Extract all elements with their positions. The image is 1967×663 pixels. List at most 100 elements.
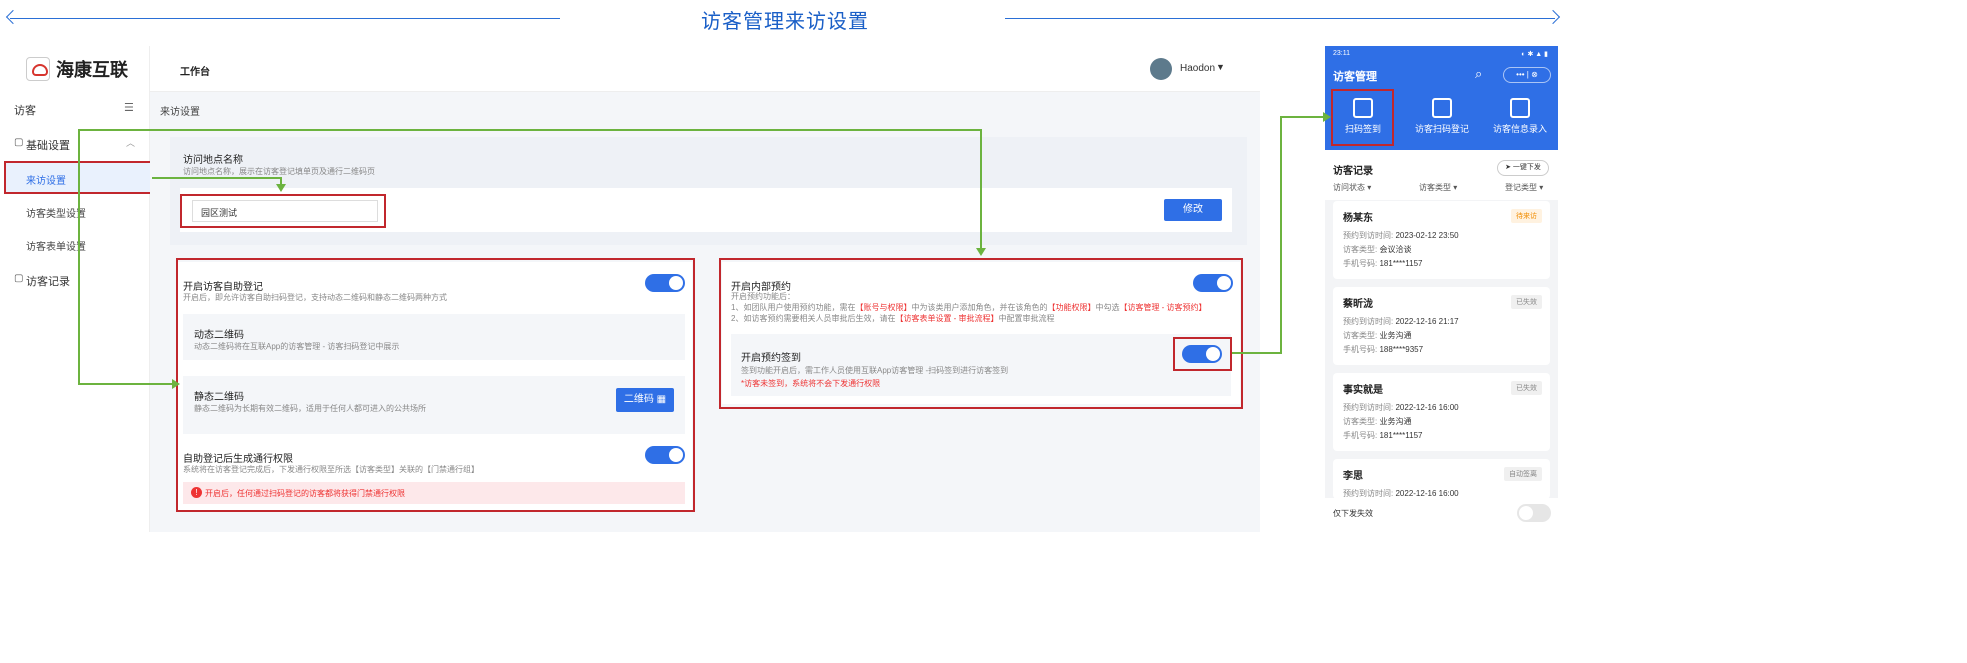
menu-collapse-icon[interactable]: ☰ (124, 101, 134, 114)
breadcrumb: 来访设置 (160, 107, 200, 118)
highlight-self-register (176, 258, 695, 512)
location-title: 访问地点名称 (183, 155, 243, 166)
record-time: 预约到访时间: 2023-02-12 23:50 (1343, 230, 1459, 241)
field-label-time: 预约到访时间: (1343, 231, 1394, 240)
quick-action-info-entry[interactable]: 访客信息录入 (1480, 98, 1558, 135)
footer-label: 仅下发失效 (1333, 509, 1373, 518)
record-card[interactable]: 李思 自动签离 预约到访时间: 2022-12-16 16:00 (1333, 459, 1550, 499)
sidebar-item-visitor-type[interactable]: 访客类型设置 (26, 205, 86, 220)
page-title: 工作台 (180, 67, 210, 78)
record-phone: 手机号码: 181****1157 (1343, 430, 1422, 441)
chevron-down-icon[interactable]: ▼ (1216, 62, 1225, 72)
connector-line (152, 177, 282, 179)
records-title: 访客记录 (1333, 166, 1373, 177)
edit-button[interactable]: 修改 (1164, 199, 1222, 221)
record-name: 蔡昕泷 (1343, 299, 1373, 310)
record-time-value: 2022-12-16 16:00 (1395, 489, 1459, 498)
filter-type-label: 访客类型 (1419, 183, 1451, 192)
user-name[interactable]: Haodon (1180, 63, 1215, 74)
connector-line (1280, 116, 1325, 118)
field-label-phone: 手机号码: (1343, 259, 1378, 268)
phone-footer: 仅下发失效 (1325, 498, 1558, 532)
logo: 海康互联 (26, 56, 128, 82)
phone-title: 访客管理 (1333, 71, 1377, 83)
search-icon[interactable]: ⌕ (1475, 66, 1482, 82)
status-badge: 自动签离 (1504, 467, 1542, 481)
record-phone-value: 181****1157 (1379, 259, 1423, 268)
record-time-value: 2023-02-12 23:50 (1395, 231, 1459, 240)
qr-grid-icon (1432, 98, 1452, 118)
status-badge: 已失效 (1511, 295, 1542, 309)
record-card[interactable]: 事实就是 已失效 预约到访时间: 2022-12-16 16:00 访客类型: … (1333, 373, 1550, 451)
topbar: 工作台 Haodon ▼ (150, 46, 1260, 92)
quick-action-label-2: 访客信息录入 (1492, 124, 1547, 134)
status-badge: 已失效 (1511, 381, 1542, 395)
record-name: 杨某东 (1343, 213, 1373, 224)
filter-type[interactable]: 访客类型 ▾ (1419, 182, 1457, 193)
connector-line (1232, 352, 1282, 354)
connector-line (980, 129, 982, 249)
sidebar-section-title: 访客 (14, 105, 36, 117)
connector-arrow (1323, 112, 1331, 122)
filter-register-label: 登记类型 (1505, 183, 1537, 192)
chevron-up-icon[interactable]: ︿ (126, 136, 135, 149)
connector-line (1280, 116, 1282, 354)
field-label-type: 访客类型: (1343, 417, 1378, 426)
record-type: 访客类型: 会议洽谈 (1343, 244, 1411, 255)
form-icon (1510, 98, 1530, 118)
banner-line-right (1005, 18, 1555, 19)
footer-toggle-knob (1519, 506, 1533, 520)
logo-icon (26, 57, 50, 81)
status-time: 23:11 (1333, 50, 1350, 57)
field-label-type: 访客类型: (1343, 245, 1378, 254)
connector-line (78, 129, 80, 384)
highlight-internal (719, 258, 1243, 409)
footer-toggle[interactable] (1517, 504, 1551, 522)
banner-arrow-left (5, 9, 21, 25)
record-card[interactable]: 蔡昕泷 已失效 预约到访时间: 2022-12-16 21:17 访客类型: 业… (1333, 287, 1550, 365)
more-close-capsule[interactable]: ••• | ⊗ (1503, 67, 1551, 83)
banner-line-left (10, 18, 560, 19)
record-type-value: 会议洽谈 (1379, 245, 1412, 254)
filter-status[interactable]: 访问状态 ▾ (1333, 182, 1371, 193)
record-icon: ▢ (14, 273, 24, 284)
sidebar-item-visitor-form[interactable]: 访客表单设置 (26, 238, 86, 253)
record-phone: 手机号码: 181****1157 (1343, 258, 1422, 269)
sidebar-group-basic[interactable]: 基础设置 (26, 137, 70, 153)
field-label-time: 预约到访时间: (1343, 489, 1394, 498)
sidebar-group-records[interactable]: 访客记录 (26, 273, 70, 289)
record-phone-value: 188****9357 (1379, 345, 1424, 354)
banner-arrow-right (1545, 9, 1561, 25)
field-label-type: 访客类型: (1343, 331, 1378, 340)
record-name: 事实就是 (1343, 385, 1383, 396)
field-label-phone: 手机号码: (1343, 431, 1378, 440)
sidebar: 海康互联 访客 ☰ ▢ 基础设置 ︿ 来访设置 访客类型设置 访客表单设置 ▢ … (0, 46, 150, 532)
connector-line (78, 383, 174, 385)
record-card[interactable]: 杨某东 待来访 预约到访时间: 2023-02-12 23:50 访客类型: 会… (1333, 201, 1550, 279)
field-label-time: 预约到访时间: (1343, 317, 1394, 326)
record-phone: 手机号码: 188****9357 (1343, 344, 1423, 355)
field-label-phone: 手机号码: (1343, 345, 1378, 354)
field-label-time: 预约到访时间: (1343, 403, 1394, 412)
record-type: 访客类型: 业务沟通 (1343, 416, 1411, 427)
send-icon: ➤ (1505, 164, 1511, 171)
connector-arrow (172, 379, 180, 389)
filter-register[interactable]: 登记类型 ▾ (1505, 182, 1543, 193)
location-desc: 访问地点名称，展示在访客登记填单页及通行二维码页 (183, 167, 375, 176)
brand-name: 海康互联 (56, 60, 128, 80)
record-type-value: 业务沟通 (1379, 331, 1412, 340)
avatar[interactable] (1150, 58, 1172, 80)
highlight-scan-checkin (1331, 89, 1394, 146)
send-all-label: 一键下发 (1512, 164, 1541, 171)
record-time-value: 2022-12-16 21:17 (1395, 317, 1459, 326)
record-name: 李思 (1343, 471, 1363, 482)
record-time: 预约到访时间: 2022-12-16 21:17 (1343, 316, 1459, 327)
status-badge: 待来访 (1511, 209, 1542, 223)
record-type: 访客类型: 业务沟通 (1343, 330, 1411, 341)
record-type-value: 业务沟通 (1379, 417, 1412, 426)
quick-action-scan-register[interactable]: 访客扫码登记 (1402, 98, 1482, 135)
record-phone-value: 181****1157 (1379, 431, 1423, 440)
connector-arrow (276, 184, 286, 192)
send-all-button[interactable]: ➤ 一键下发 (1497, 160, 1549, 176)
status-icons: ◐ ✱ ▲ ▮ (1521, 51, 1548, 58)
